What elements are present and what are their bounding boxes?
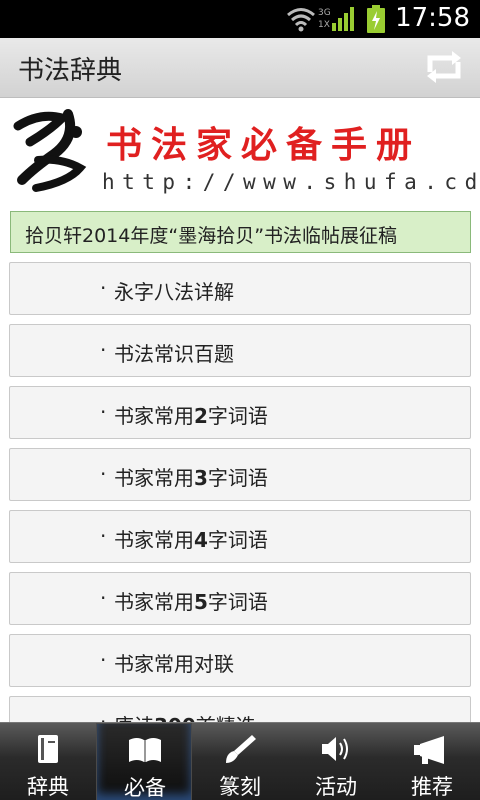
bullet: ·	[100, 400, 107, 424]
banner-headline: 书法家必备手册	[106, 124, 422, 166]
list-item-label: 书家常用对联	[114, 652, 234, 676]
list-item[interactable]: · 书家常用5字词语	[9, 572, 471, 625]
notice-text: 拾贝轩2014年度“墨海拾贝”书法临帖展征稿	[25, 225, 398, 247]
list-item-label: 书家常用2字词语	[114, 404, 268, 428]
tab-seal-carving[interactable]: 篆刻	[192, 723, 288, 800]
open-book-icon	[129, 738, 161, 762]
tab-label: 推荐	[411, 775, 453, 799]
list-item-label: 书家常用4字词语	[114, 528, 268, 552]
calligraphy-logo	[13, 109, 87, 192]
banner[interactable]: 书法家必备手册 http://www.shufa.cd	[10, 104, 477, 200]
clock: 17:58	[395, 3, 470, 33]
app-title: 书法辞典	[18, 56, 123, 86]
notice-link[interactable]: 拾贝轩2014年度“墨海拾贝”书法临帖展征稿	[10, 211, 471, 253]
bullet: ·	[100, 276, 107, 300]
megaphone-icon	[414, 736, 444, 764]
tab-essentials[interactable]: 必备	[96, 723, 192, 800]
tab-dictionary[interactable]: 辞典	[0, 723, 96, 800]
bullet: ·	[100, 648, 107, 672]
list-item[interactable]: · 书家常用对联	[9, 634, 471, 687]
app-title-bar: 书法辞典	[0, 38, 480, 98]
list-item-label: 书家常用5字词语	[114, 590, 268, 614]
bullet: ·	[100, 524, 107, 548]
brush-icon	[226, 735, 256, 763]
list-item[interactable]: · 书家常用2字词语	[9, 386, 471, 439]
bottom-tab-bar: 辞典 必备 篆刻 活动 推荐	[0, 722, 480, 800]
status-bar: 3G 1X 17:58	[0, 0, 480, 38]
bullet: ·	[100, 586, 107, 610]
list-item[interactable]: · 书法常识百题	[9, 324, 471, 377]
wifi-icon	[287, 8, 315, 32]
list-item[interactable]: · 书家常用4字词语	[9, 510, 471, 563]
list-item-label: 永字八法详解	[114, 280, 234, 304]
tab-events[interactable]: 活动	[288, 723, 384, 800]
bullet: ·	[100, 462, 107, 486]
banner-url: http://www.shufa.cd	[102, 170, 480, 194]
svg-text:1X: 1X	[318, 20, 330, 30]
speaker-icon	[322, 737, 348, 761]
tab-label: 篆刻	[219, 775, 261, 799]
svg-text:3G: 3G	[318, 8, 331, 18]
list-item-label: 书法常识百题	[114, 342, 234, 366]
tab-label: 辞典	[27, 775, 69, 799]
tab-label: 必备	[124, 776, 166, 800]
list-item[interactable]: · 书家常用3字词语	[9, 448, 471, 501]
battery-charging-icon	[367, 5, 385, 33]
bullet: ·	[100, 338, 107, 362]
tab-label: 活动	[315, 775, 357, 799]
list-item[interactable]: · 永字八法详解	[9, 262, 471, 315]
list-item-label: 书家常用3字词语	[114, 466, 268, 490]
tab-recommend[interactable]: 推荐	[384, 723, 480, 800]
book-icon	[38, 735, 58, 763]
signal-icon: 3G 1X	[318, 7, 354, 31]
refresh-icon[interactable]	[422, 50, 466, 84]
